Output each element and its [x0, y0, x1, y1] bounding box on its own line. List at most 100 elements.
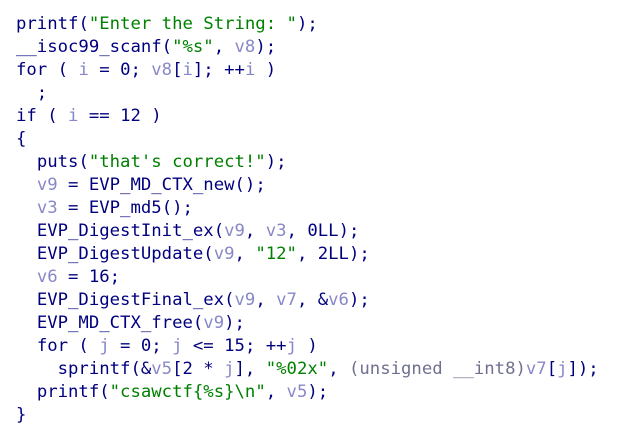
code-token-punc: (: [213, 221, 225, 241]
code-token-var[interactable]: v5: [151, 359, 172, 379]
code-line[interactable]: __isoc99_scanf("%s", v8);: [16, 36, 643, 59]
code-token-punc: ();: [161, 198, 193, 218]
code-token-num: 12: [120, 106, 141, 126]
code-token-fn[interactable]: EVP_DigestFinal_ex: [37, 290, 224, 310]
code-token-num: 0: [140, 336, 152, 356]
code-token-str: "12": [255, 244, 297, 264]
code-token-punc: (: [224, 290, 235, 310]
code-line[interactable]: printf("Enter the String: ");: [16, 13, 643, 36]
code-line[interactable]: printf("csawctf{%s}\n", v5);: [16, 381, 643, 404]
code-token-var[interactable]: v9: [214, 244, 235, 264]
code-token-punc: <=: [182, 336, 225, 356]
code-token-punc: (: [68, 336, 100, 356]
code-line[interactable]: EVP_DigestFinal_ex(v9, v7, &v6);: [16, 289, 643, 312]
code-token-num: 15: [224, 336, 245, 356]
code-line[interactable]: sprintf(&v5[2 * j], "%02x", (unsigned __…: [16, 358, 643, 381]
code-token-punc: ): [296, 336, 318, 356]
code-token-punc: ]; ++: [192, 60, 245, 80]
code-token-var[interactable]: v6: [328, 290, 349, 310]
code-token-punc: ,: [265, 382, 287, 402]
code-token-var[interactable]: v9: [235, 290, 256, 310]
code-token-punc: (: [99, 382, 110, 402]
code-token-var[interactable]: j: [557, 359, 567, 379]
code-token-punc: [16, 290, 37, 310]
code-token-var[interactable]: v5: [287, 382, 308, 402]
code-token-fn[interactable]: EVP_MD_CTX_free: [37, 313, 193, 333]
code-token-punc: [16, 313, 37, 333]
code-token-var[interactable]: v9: [37, 175, 58, 195]
code-token-punc: ; ++: [244, 336, 287, 356]
code-token-punc: =: [57, 267, 89, 287]
code-line[interactable]: if ( i == 12 ): [16, 105, 643, 128]
code-line[interactable]: EVP_DigestUpdate(v9, "12", 2LL);: [16, 243, 643, 266]
code-token-num: 16: [88, 267, 110, 287]
code-line[interactable]: ;: [16, 82, 643, 105]
code-token-punc: ): [140, 106, 162, 126]
code-line[interactable]: puts("that's correct!");: [16, 151, 643, 174]
code-token-punc: =: [57, 198, 89, 218]
code-token-punc: ,: [213, 37, 235, 57]
code-token-var[interactable]: v3: [266, 221, 287, 241]
code-line[interactable]: }: [16, 404, 643, 427]
code-line[interactable]: for ( i = 0; v8[i]; ++i ): [16, 59, 643, 82]
code-token-punc: ,: [234, 244, 256, 264]
code-token-fn[interactable]: EVP_DigestUpdate: [37, 244, 203, 264]
code-token-fn[interactable]: EVP_md5: [89, 198, 162, 218]
code-token-punc: ;: [151, 336, 173, 356]
code-token-var[interactable]: i: [78, 60, 88, 80]
code-token-punc: [: [546, 359, 558, 379]
code-token-type: (unsigned __int8): [349, 359, 526, 379]
code-token-kw: for: [36, 336, 69, 356]
code-token-fn[interactable]: printf: [16, 14, 78, 34]
code-token-var[interactable]: i: [245, 60, 255, 80]
code-token-str: "Enter the String: ": [88, 14, 297, 34]
code-token-var[interactable]: v3: [37, 198, 58, 218]
code-line[interactable]: v9 = EVP_MD_CTX_new();: [16, 174, 643, 197]
code-token-var[interactable]: i: [68, 106, 78, 126]
code-token-num: 2LL: [317, 244, 349, 264]
code-token-var[interactable]: v8: [151, 60, 172, 80]
code-token-var[interactable]: v9: [203, 313, 224, 333]
code-token-str: "that's correct!": [88, 152, 266, 172]
code-token-punc: =: [88, 60, 121, 80]
code-token-punc: ;: [109, 267, 121, 287]
code-token-var[interactable]: j: [224, 359, 234, 379]
code-token-punc: [16, 175, 37, 195]
code-token-var[interactable]: j: [99, 336, 109, 356]
code-line[interactable]: EVP_MD_CTX_free(v9);: [16, 312, 643, 335]
code-token-punc: ;: [130, 60, 152, 80]
code-token-var[interactable]: j: [172, 336, 182, 356]
code-token-punc: (: [36, 106, 69, 126]
code-token-punc: ;: [16, 83, 48, 103]
pseudocode-view[interactable]: printf("Enter the String: "); __isoc99_sc…: [0, 0, 643, 432]
code-token-str: "csawctf{%s}\n": [109, 382, 266, 402]
code-token-var[interactable]: v7: [526, 359, 547, 379]
code-line[interactable]: v6 = 16;: [16, 266, 643, 289]
code-token-punc: );: [224, 313, 245, 333]
code-token-fn[interactable]: puts: [37, 152, 79, 172]
code-token-var[interactable]: j: [287, 336, 297, 356]
code-line[interactable]: {: [16, 128, 643, 151]
code-token-punc: [16, 336, 37, 356]
code-token-var[interactable]: v9: [224, 221, 245, 241]
code-line[interactable]: for ( j = 0; j <= 15; ++j ): [16, 335, 643, 358]
code-token-punc: );: [348, 290, 370, 310]
code-token-fn[interactable]: printf: [37, 382, 99, 402]
code-token-fn[interactable]: sprintf: [58, 359, 131, 379]
code-token-punc: );: [296, 14, 318, 34]
code-token-var[interactable]: v7: [276, 290, 297, 310]
code-line[interactable]: EVP_DigestInit_ex(v9, v3, 0LL);: [16, 220, 643, 243]
code-token-fn[interactable]: __isoc99_scanf: [16, 37, 162, 57]
code-token-punc: =: [57, 175, 89, 195]
code-token-num: 0LL: [307, 221, 339, 241]
code-token-punc: ]);: [567, 359, 599, 379]
code-line[interactable]: v3 = EVP_md5();: [16, 197, 643, 220]
code-token-var[interactable]: v6: [37, 267, 58, 287]
code-token-punc: [16, 221, 37, 241]
code-token-num: 2: [182, 359, 193, 379]
code-token-punc: =: [109, 336, 141, 356]
code-token-fn[interactable]: EVP_MD_CTX_new: [89, 175, 235, 195]
code-token-fn[interactable]: EVP_DigestInit_ex: [37, 221, 214, 241]
code-token-var[interactable]: v8: [235, 37, 256, 57]
code-token-var[interactable]: i: [183, 60, 193, 80]
